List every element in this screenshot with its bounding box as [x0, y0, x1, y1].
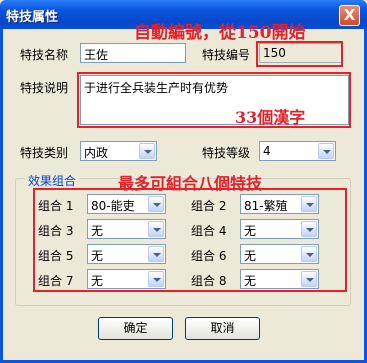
cancel-button[interactable]: 取消 [185, 317, 260, 340]
id-label: 特技编号 [202, 48, 251, 62]
name-label: 特技名称 [20, 48, 69, 62]
category-label: 特技类别 [20, 146, 69, 160]
id-annotation-box [256, 41, 343, 67]
chevron-down-icon[interactable] [139, 143, 155, 159]
combos-annotation-box [33, 188, 347, 292]
level-value: 4 [263, 144, 271, 158]
desc-annotation-box [77, 72, 351, 128]
dialog-window: 特技属性 X 特技名称 王佐 特技编号 150 特技说明 于进行全兵装生产时有优… [0, 0, 367, 363]
char-limit-annotation: 33個漢字 [235, 108, 306, 127]
close-button[interactable]: X [339, 5, 360, 26]
category-value: 内政 [84, 146, 109, 160]
level-select[interactable]: 4 [259, 141, 336, 161]
window-title: 特技属性 [6, 10, 59, 25]
level-label: 特技等级 [202, 146, 251, 160]
chevron-down-icon[interactable] [318, 143, 334, 159]
effect-group-title: 效果组合 [25, 172, 80, 189]
category-select[interactable]: 内政 [80, 141, 157, 161]
ok-button[interactable]: 确定 [98, 317, 173, 340]
name-field[interactable]: 王佐 [80, 43, 186, 63]
auto-number-annotation: 自動編號，從150開始 [134, 23, 306, 43]
max-combos-annotation: 最多可組合八個特技 [118, 174, 263, 193]
desc-label: 特技说明 [20, 81, 69, 95]
